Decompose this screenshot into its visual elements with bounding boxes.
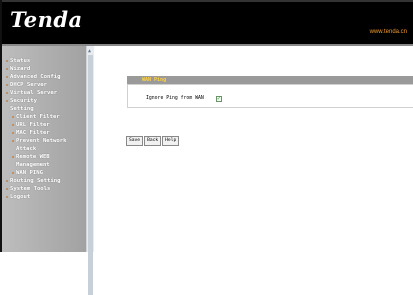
sidebar-subitem-client-filter[interactable]: Client Filter <box>6 113 67 121</box>
sidebar-subitem-url-filter[interactable]: URL Filter <box>6 121 67 129</box>
main-content: WAN Ping Ignore Ping from WAN ✓ Save Back… <box>94 46 413 252</box>
sidebar-subitem-prevent-network-attack[interactable]: Prevent Network <box>6 137 67 145</box>
sidebar-scrollbar[interactable]: ▲ <box>86 46 94 295</box>
button-row: Save Back Help <box>126 126 180 146</box>
bullet-icon <box>6 195 8 198</box>
scroll-thumb[interactable] <box>88 55 93 295</box>
sidebar-item-status[interactable]: Status <box>6 57 67 65</box>
bullet-icon <box>12 131 14 134</box>
help-button[interactable]: Help <box>162 136 180 146</box>
bullet-icon <box>12 155 14 158</box>
sidebar-item-logout[interactable]: Logout <box>6 193 67 201</box>
ignore-ping-label: Ignore Ping from WAN <box>146 96 204 101</box>
bullet-icon <box>12 139 14 142</box>
sidebar: Status Wizard Advanced Config DHCP Serve… <box>2 46 86 252</box>
bullet-icon <box>12 171 14 174</box>
scroll-up-arrow-icon[interactable]: ▲ <box>88 48 91 54</box>
bullet-icon <box>6 67 8 70</box>
sidebar-item-system-tools[interactable]: System Tools <box>6 185 67 193</box>
sidebar-menu: Status Wizard Advanced Config DHCP Serve… <box>6 57 67 201</box>
back-button[interactable]: Back <box>144 136 162 146</box>
bullet-icon <box>6 91 8 94</box>
sidebar-subitem-remote-web-cont[interactable]: Management <box>6 161 67 169</box>
sidebar-item-wizard[interactable]: Wizard <box>6 65 67 73</box>
save-button[interactable]: Save <box>126 136 144 146</box>
bullet-icon <box>6 75 8 78</box>
sidebar-item-routing-setting[interactable]: Routing Setting <box>6 177 67 185</box>
sidebar-item-advanced-config[interactable]: Advanced Config <box>6 73 67 81</box>
sidebar-subitem-prevent-network-attack-cont[interactable]: Attack <box>6 145 67 153</box>
check-icon: ✓ <box>217 95 221 102</box>
sidebar-subitem-remote-web[interactable]: Remote WEB <box>6 153 67 161</box>
ignore-ping-checkbox[interactable]: ✓ <box>216 95 222 102</box>
bullet-icon <box>12 115 14 118</box>
bullet-icon <box>6 59 8 62</box>
sidebar-item-security-setting-cont[interactable]: Setting <box>6 105 67 113</box>
bullet-icon <box>12 123 14 126</box>
bullet-icon <box>6 187 8 190</box>
sidebar-subitem-wan-ping[interactable]: WAN PING <box>6 169 67 177</box>
sidebar-item-dhcp-server[interactable]: DHCP Server <box>6 81 67 89</box>
bullet-icon <box>6 99 8 102</box>
bullet-icon <box>6 179 8 182</box>
header-url[interactable]: www.tenda.cn <box>370 29 407 35</box>
sidebar-subitem-mac-filter[interactable]: MAC Filter <box>6 129 67 137</box>
sidebar-item-security-setting[interactable]: Security <box>6 97 67 105</box>
panel-title: WAN Ping <box>127 76 413 84</box>
header-bar: Tenda www.tenda.cn <box>2 2 413 44</box>
sidebar-item-virtual-server[interactable]: Virtual Server <box>6 89 67 97</box>
bullet-icon <box>6 83 8 86</box>
logo: Tenda <box>10 7 83 32</box>
